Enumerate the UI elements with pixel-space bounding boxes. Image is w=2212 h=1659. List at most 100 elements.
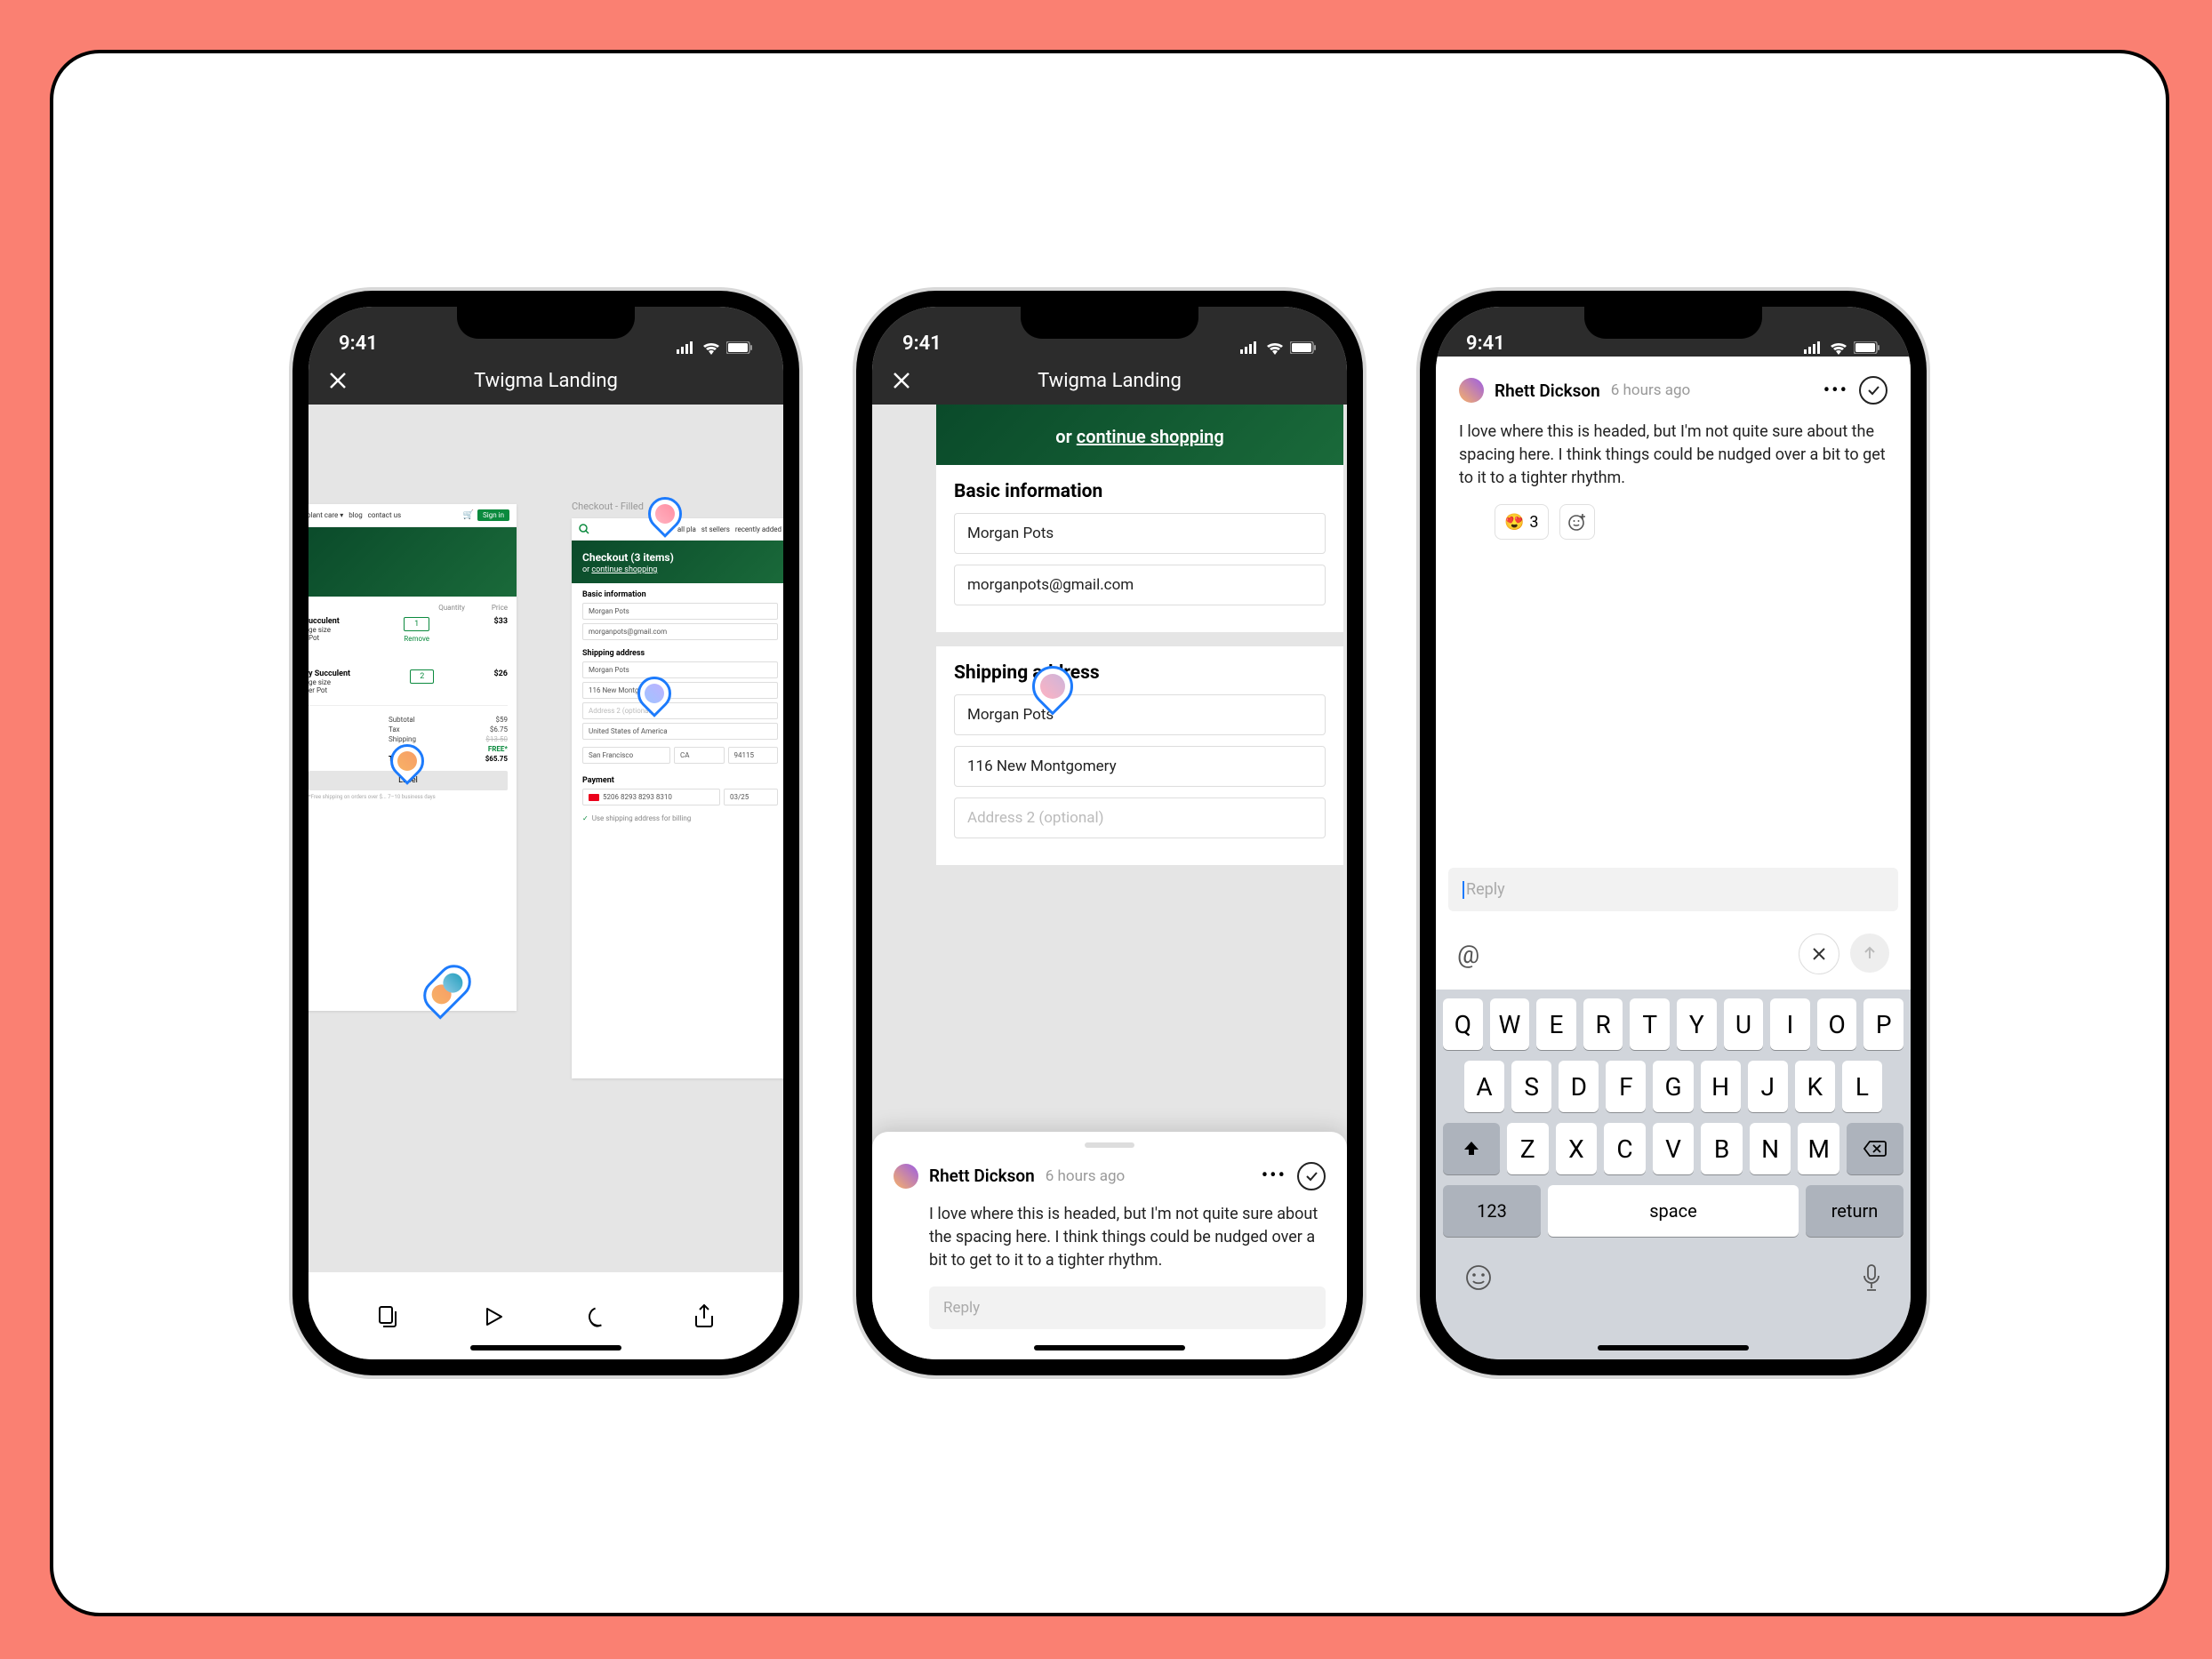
comment-author: Rhett Dickson: [1495, 381, 1600, 401]
reaction-chip[interactable]: 😍3: [1495, 504, 1549, 540]
comment-body: I love where this is headed, but I'm not…: [894, 1203, 1326, 1272]
remove-link[interactable]: Remove: [404, 635, 429, 643]
cancel-reply-button[interactable]: [1799, 934, 1839, 974]
key-p[interactable]: P: [1863, 998, 1903, 1050]
continue-shopping-link[interactable]: continue shopping: [591, 565, 657, 574]
key-z[interactable]: Z: [1507, 1123, 1549, 1174]
card-brand-icon: [589, 794, 599, 801]
key-s[interactable]: S: [1511, 1061, 1551, 1112]
home-indicator[interactable]: [470, 1345, 621, 1350]
qty-stepper[interactable]: 2: [410, 669, 434, 684]
kbd-row-2: A S D F G H J K L: [1443, 1061, 1903, 1112]
more-icon[interactable]: •••: [1262, 1165, 1286, 1187]
send-reply-button[interactable]: [1850, 934, 1889, 973]
key-t[interactable]: T: [1630, 998, 1670, 1050]
section-heading: Shipping address: [954, 662, 1326, 684]
add-reaction-button[interactable]: [1559, 504, 1595, 540]
key-n[interactable]: N: [1750, 1123, 1791, 1174]
play-icon[interactable]: [476, 1299, 511, 1334]
dictation-icon[interactable]: [1861, 1263, 1882, 1294]
key-c[interactable]: C: [1604, 1123, 1646, 1174]
address2-field[interactable]: Address 2 (optional): [954, 797, 1326, 838]
comment-sheet[interactable]: Rhett Dickson 6 hours ago ••• I love whe…: [872, 1132, 1347, 1359]
nav-title: Twigma Landing: [924, 370, 1295, 392]
close-icon[interactable]: [892, 371, 911, 390]
key-m[interactable]: M: [1798, 1123, 1839, 1174]
close-icon[interactable]: [328, 371, 348, 390]
avatar: [894, 1164, 918, 1189]
key-backspace[interactable]: [1847, 1123, 1903, 1174]
comment-author: Rhett Dickson: [929, 1166, 1035, 1186]
key-u[interactable]: U: [1724, 998, 1764, 1050]
reply-input[interactable]: Reply: [1448, 868, 1898, 911]
comment-icon[interactable]: [581, 1299, 616, 1334]
copy-icon[interactable]: [370, 1299, 405, 1334]
frame-checkout[interactable]: Checkout - Filled all pla st sellers rec…: [572, 518, 783, 1078]
comment-body: I love where this is headed, but I'm not…: [1459, 421, 1887, 490]
signin-button[interactable]: Sign in: [477, 509, 509, 521]
key-j[interactable]: J: [1748, 1061, 1788, 1112]
share-icon[interactable]: [686, 1299, 722, 1334]
key-a[interactable]: A: [1464, 1061, 1504, 1112]
key-w[interactable]: W: [1490, 998, 1530, 1050]
search-icon[interactable]: [579, 524, 589, 534]
reply-input[interactable]: Reply: [929, 1286, 1326, 1329]
key-o[interactable]: O: [1817, 998, 1857, 1050]
key-shift[interactable]: [1443, 1123, 1500, 1174]
app-nav: Twigma Landing: [309, 357, 783, 405]
key-h[interactable]: H: [1701, 1061, 1741, 1112]
design-canvas[interactable]: plant care ▾ blog contact us 🛒 Sign in Q…: [309, 405, 783, 1272]
status-time: 9:41: [339, 333, 378, 355]
key-k[interactable]: K: [1795, 1061, 1835, 1112]
name-field[interactable]: Morgan Pots: [582, 603, 778, 620]
kbd-row-4: 123 space return: [1443, 1185, 1903, 1237]
key-r[interactable]: R: [1583, 998, 1623, 1050]
battery-icon: [1290, 341, 1317, 354]
name-field[interactable]: Morgan Pots: [954, 513, 1326, 554]
email-field[interactable]: morganpots@gmail.com: [954, 565, 1326, 605]
key-return[interactable]: return: [1806, 1185, 1903, 1237]
key-y[interactable]: Y: [1677, 998, 1717, 1050]
battery-icon: [726, 341, 753, 354]
key-b[interactable]: B: [1701, 1123, 1743, 1174]
address1-field[interactable]: 116 New Montgomery: [954, 746, 1326, 787]
comment-full-sheet[interactable]: Rhett Dickson 6 hours ago ••• I love whe…: [1436, 357, 1911, 990]
phone-1: 9:41 Twigma Landing: [293, 291, 799, 1375]
wifi-icon: [1829, 341, 1848, 355]
resolve-button[interactable]: [1859, 376, 1887, 405]
ship-name-field[interactable]: Morgan Pots: [954, 694, 1326, 735]
key-i[interactable]: I: [1770, 998, 1810, 1050]
email-field[interactable]: morganpots@gmail.com: [582, 623, 778, 640]
signal-icon: [1804, 341, 1823, 354]
phone-notch: [457, 307, 635, 339]
signal-icon: [677, 341, 696, 354]
key-d[interactable]: D: [1559, 1061, 1599, 1112]
key-space[interactable]: space: [1548, 1185, 1799, 1237]
resolve-button[interactable]: [1297, 1162, 1326, 1190]
home-indicator[interactable]: [1598, 1345, 1749, 1350]
key-123[interactable]: 123: [1443, 1185, 1541, 1237]
ios-keyboard: Q W E R T Y U I O P A S D F G H J K L: [1436, 990, 1911, 1359]
key-v[interactable]: V: [1653, 1123, 1695, 1174]
key-l[interactable]: L: [1842, 1061, 1882, 1112]
mention-button[interactable]: @: [1457, 940, 1479, 969]
sheet-handle[interactable]: [1085, 1142, 1134, 1148]
frame-checkout-zoomed[interactable]: or continue shopping Basic information M…: [936, 405, 1343, 865]
check-icon: ✓: [582, 814, 589, 822]
page-background: 9:41 Twigma Landing: [0, 0, 2212, 1659]
phone-notch: [1021, 307, 1198, 339]
key-e[interactable]: E: [1536, 998, 1576, 1050]
more-icon[interactable]: •••: [1823, 380, 1848, 402]
key-f[interactable]: F: [1606, 1061, 1646, 1112]
avatar: [1459, 378, 1484, 403]
home-indicator[interactable]: [1034, 1345, 1185, 1350]
status-time: 9:41: [1466, 333, 1505, 355]
key-x[interactable]: X: [1556, 1123, 1598, 1174]
design-canvas-zoomed[interactable]: or continue shopping Basic information M…: [872, 405, 1347, 1359]
key-g[interactable]: G: [1653, 1061, 1693, 1112]
continue-shopping-link[interactable]: continue shopping: [1077, 426, 1224, 447]
qty-stepper[interactable]: 1: [404, 617, 429, 631]
key-q[interactable]: Q: [1443, 998, 1483, 1050]
comment-time: 6 hours ago: [1611, 381, 1690, 399]
emoji-keyboard-icon[interactable]: [1464, 1263, 1493, 1294]
